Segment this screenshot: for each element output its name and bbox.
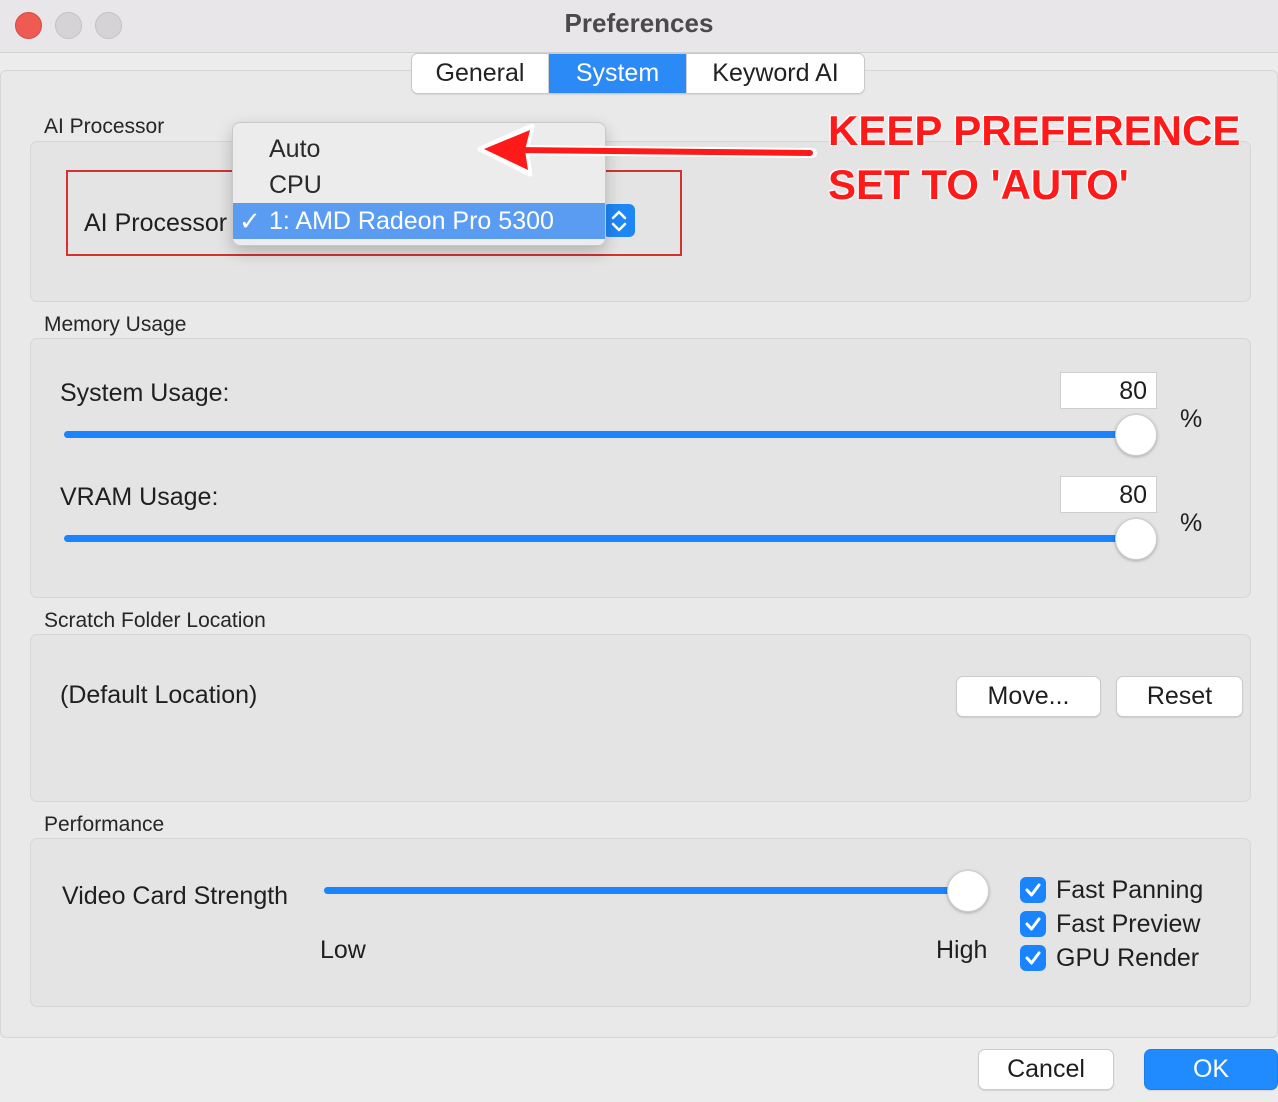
- video-card-strength-slider-track[interactable]: [324, 887, 967, 894]
- system-usage-field[interactable]: 80: [1060, 372, 1157, 409]
- performance-section-label: Performance: [44, 813, 165, 836]
- strength-low-label: Low: [320, 936, 366, 964]
- scratch-folder-location: (Default Location): [60, 681, 258, 709]
- fast-preview-label: Fast Preview: [1056, 910, 1201, 938]
- window-title: Preferences: [564, 8, 714, 38]
- popup-item-amd-radeon[interactable]: ✓ 1: AMD Radeon Pro 5300: [233, 203, 605, 239]
- annotation-arrow-icon: [477, 123, 817, 177]
- checkmark-icon: ✓: [239, 206, 261, 236]
- tab-system[interactable]: System: [549, 54, 687, 93]
- title-bar: Preferences: [0, 0, 1278, 53]
- tab-keyword-ai[interactable]: Keyword AI: [687, 54, 864, 93]
- strength-high-label: High: [936, 936, 988, 964]
- fast-preview-checkbox[interactable]: [1020, 911, 1046, 937]
- system-usage-slider-track[interactable]: [64, 431, 1136, 438]
- gpu-render-label: GPU Render: [1056, 944, 1200, 972]
- popup-stepper[interactable]: [603, 204, 635, 237]
- tab-bar: General System Keyword AI: [411, 53, 865, 94]
- ok-button[interactable]: OK: [1144, 1049, 1278, 1090]
- popup-item-label: Auto: [269, 135, 321, 163]
- checkmark-icon: [1025, 951, 1041, 965]
- chevron-up-down-icon: [611, 210, 627, 232]
- vram-usage-label: VRAM Usage:: [60, 483, 219, 511]
- checkmark-icon: [1025, 883, 1041, 897]
- vram-usage-slider-knob[interactable]: [1115, 518, 1157, 560]
- scratch-folder-group: [30, 634, 1251, 802]
- vram-usage-field[interactable]: 80: [1060, 476, 1157, 513]
- checkmark-icon: [1025, 917, 1041, 931]
- video-card-strength-label: Video Card Strength: [62, 882, 289, 910]
- popup-item-label: 1: AMD Radeon Pro 5300: [269, 207, 554, 235]
- vram-usage-slider-track[interactable]: [64, 535, 1136, 542]
- annotation-line-1: KEEP PREFERENCE: [828, 107, 1241, 154]
- system-usage-label: System Usage:: [60, 379, 230, 407]
- annotation-text: KEEP PREFERENCE SET TO 'AUTO': [828, 104, 1248, 212]
- popup-item-label: CPU: [269, 171, 322, 199]
- system-usage-slider-knob[interactable]: [1115, 414, 1157, 456]
- fast-panning-checkbox[interactable]: [1020, 877, 1046, 903]
- scratch-folder-section-label: Scratch Folder Location: [44, 609, 266, 632]
- gpu-render-checkbox[interactable]: [1020, 945, 1046, 971]
- annotation-line-2: SET TO 'AUTO': [828, 161, 1129, 208]
- memory-usage-section-label: Memory Usage: [44, 313, 187, 336]
- system-usage-unit: %: [1180, 405, 1203, 433]
- fast-panning-label: Fast Panning: [1056, 876, 1204, 904]
- cancel-button[interactable]: Cancel: [978, 1049, 1114, 1090]
- vram-usage-unit: %: [1180, 509, 1203, 537]
- video-card-strength-slider-knob[interactable]: [947, 870, 989, 912]
- reset-button[interactable]: Reset: [1116, 676, 1243, 717]
- tab-general[interactable]: General: [412, 54, 549, 93]
- ai-processor-section-label: AI Processor: [44, 115, 165, 138]
- move-button[interactable]: Move...: [956, 676, 1101, 717]
